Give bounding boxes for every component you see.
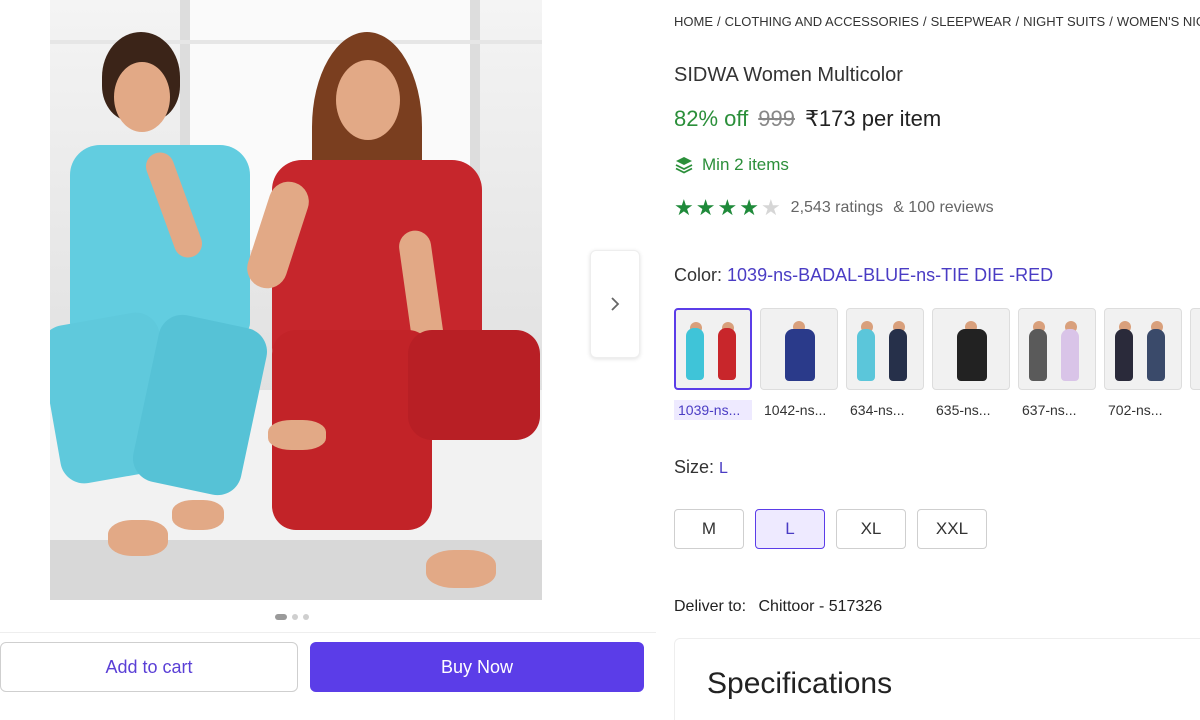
product-title: SIDWA Women Multicolor — [674, 64, 903, 86]
delivery-location: Chittoor - 517326 — [758, 598, 883, 615]
carousel-dot[interactable] — [292, 614, 298, 620]
size-option-l[interactable]: L — [755, 509, 825, 549]
swatch-thumbnail — [760, 308, 838, 390]
breadcrumb-item[interactable]: WOMEN'S NIGHT S — [1117, 14, 1200, 29]
swatch-label: 1042-ns... — [764, 402, 827, 418]
model-red-outfit — [241, 0, 542, 600]
swatch-label: 635-ns... — [936, 402, 991, 418]
product-gallery: Add to cart Buy Now — [0, 0, 660, 720]
purchase-actions: Add to cart Buy Now — [0, 632, 656, 704]
reviews-count[interactable]: & 100 reviews — [893, 199, 994, 217]
swatch-thumbnail — [846, 308, 924, 390]
swatch-thumbnail — [932, 308, 1010, 390]
swatch-label: 702-ns... — [1108, 402, 1163, 418]
star-rating: ★ ★ ★ ★ ★ — [674, 197, 781, 219]
ratings-count[interactable]: 2,543 ratings — [791, 199, 884, 217]
rating-row: ★ ★ ★ ★ ★ 2,543 ratings & 100 reviews — [674, 197, 994, 219]
carousel-dot[interactable] — [303, 614, 309, 620]
size-option-m[interactable]: M — [674, 509, 744, 549]
selected-size: L — [719, 460, 728, 477]
chevron-right-icon — [611, 297, 620, 311]
selling-price: ₹173 per item — [804, 106, 942, 131]
model-blue-outfit — [50, 0, 272, 600]
color-swatch-1042[interactable]: 1042-ns... — [760, 308, 838, 420]
color-swatch-637[interactable]: 637-ns... — [1018, 308, 1096, 420]
swatch-thumbnail — [1018, 308, 1096, 390]
discount-text: 82% off — [674, 106, 749, 131]
breadcrumb-item[interactable]: CLOTHING AND ACCESSORIES — [725, 14, 919, 29]
star-icon: ★ — [739, 195, 759, 220]
breadcrumb-item[interactable]: NIGHT SUITS — [1023, 14, 1105, 29]
specifications-heading: Specifications — [707, 667, 893, 700]
add-to-cart-button[interactable]: Add to cart — [0, 642, 298, 692]
color-swatch-1039[interactable]: 1039-ns... — [674, 308, 752, 420]
size-label-text: Size: — [674, 457, 715, 477]
layers-icon — [675, 157, 693, 174]
size-option-xxl[interactable]: XXL — [917, 509, 987, 549]
size-options: M L XL XXL — [674, 509, 987, 549]
breadcrumb-item[interactable]: HOME — [674, 14, 713, 29]
deliver-label: Deliver to: — [674, 598, 747, 615]
size-option-xl[interactable]: XL — [836, 509, 906, 549]
swatch-thumbnail — [1190, 308, 1200, 390]
selected-color: 1039-ns-BADAL-BLUE-ns-TIE DIE -RED — [727, 265, 1054, 285]
star-icon: ★ — [695, 195, 716, 220]
color-swatch-634[interactable]: 634-ns... — [846, 308, 924, 420]
swatch-label: 1039-ns... — [674, 400, 752, 420]
color-swatch-more[interactable] — [1190, 308, 1200, 420]
buy-now-button[interactable]: Buy Now — [310, 642, 644, 692]
color-swatches: 1039-ns... 1042-ns... 634-ns... 635-ns..… — [674, 308, 1200, 420]
swatch-label: 634-ns... — [850, 402, 905, 418]
color-label-text: Color: — [674, 265, 723, 285]
price-row: 82% off 999 ₹173 per item — [674, 106, 941, 132]
delivery-info[interactable]: Deliver to: Chittoor - 517326 — [674, 598, 882, 616]
original-price: 999 — [758, 106, 795, 131]
specifications-card: Specifications — [674, 638, 1200, 720]
swatch-label: 637-ns... — [1022, 402, 1077, 418]
carousel-dots — [275, 614, 309, 620]
product-image[interactable] — [50, 0, 542, 600]
carousel-next-button[interactable] — [590, 250, 640, 358]
swatch-thumbnail — [674, 308, 752, 390]
breadcrumb: HOME / CLOTHING AND ACCESSORIES / SLEEPWEAR /… — [674, 14, 1200, 29]
star-icon: ★ — [717, 195, 738, 220]
min-items-badge: Min 2 items — [674, 155, 789, 175]
product-details: HOME / CLOTHING AND ACCESSORIES / SLEEPWEAR /… — [674, 0, 1200, 720]
star-icon: ★ — [674, 195, 694, 220]
swatch-thumbnail — [1104, 308, 1182, 390]
color-swatch-635[interactable]: 635-ns... — [932, 308, 1010, 420]
breadcrumb-item[interactable]: SLEEPWEAR — [931, 14, 1012, 29]
min-items-text: Min 2 items — [702, 155, 789, 174]
star-empty-icon: ★ — [760, 195, 781, 220]
color-swatch-702[interactable]: 702-ns... — [1104, 308, 1182, 420]
carousel-dot[interactable] — [275, 614, 287, 620]
color-label: Color: 1039-ns-BADAL-BLUE-ns-TIE DIE -RE… — [674, 265, 1053, 286]
size-label: Size: L — [674, 457, 728, 478]
